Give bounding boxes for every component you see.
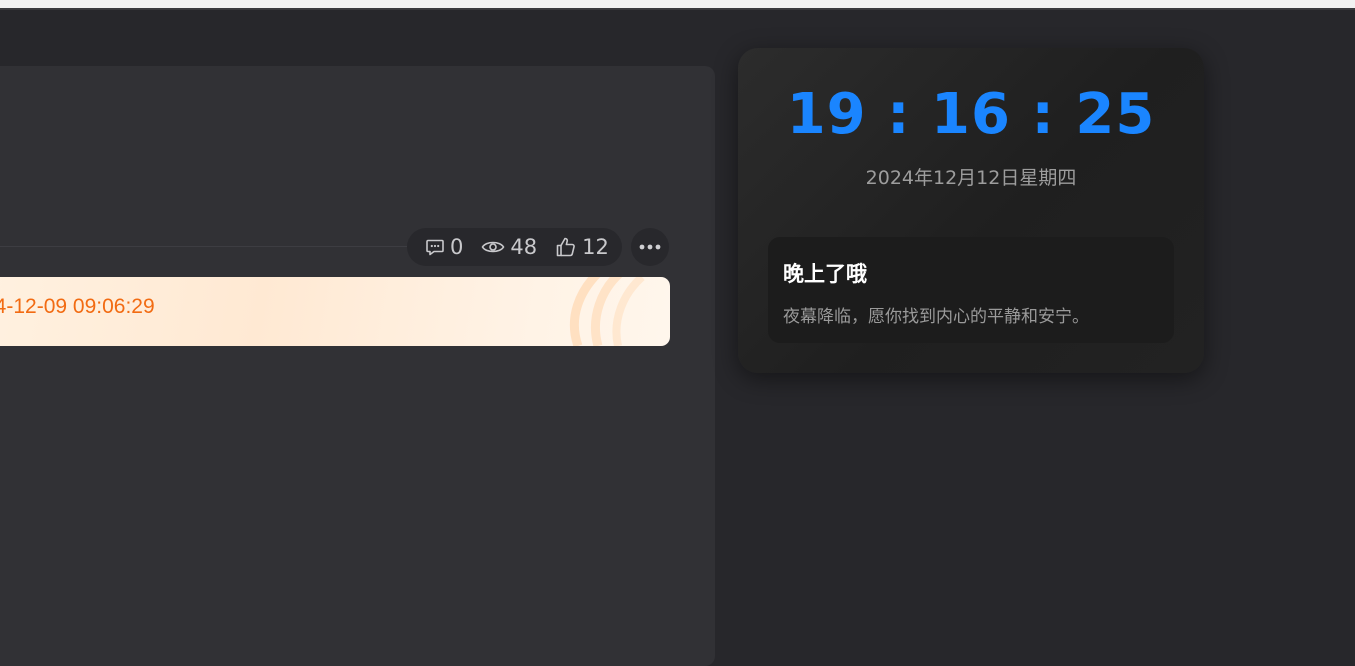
more-dots-icon bbox=[639, 244, 661, 250]
article-stats-pill: 0 48 12 bbox=[407, 228, 622, 266]
more-options-button[interactable] bbox=[631, 228, 669, 266]
greeting-card: 晚上了哦 夜幕降临，愿你找到内心的平静和安宁。 bbox=[768, 237, 1174, 343]
like-count: 12 bbox=[582, 235, 609, 259]
top-strip-shadow bbox=[0, 8, 1355, 10]
clock-date: 2024年12月12日星期四 bbox=[865, 167, 1077, 189]
like-count-stat[interactable]: 12 bbox=[555, 235, 609, 259]
eye-icon bbox=[481, 241, 505, 253]
comment-count: 0 bbox=[450, 235, 464, 259]
clock-widget: 19 : 16 : 25 2024年12月12日星期四 晚上了哦 夜幕降临，愿你… bbox=[738, 48, 1204, 373]
comment-count-stat[interactable]: 0 bbox=[425, 235, 463, 259]
article-divider bbox=[0, 246, 410, 247]
view-count: 48 bbox=[510, 235, 538, 259]
browser-top-strip bbox=[0, 0, 1355, 8]
publish-date: 24-12-09 09:06:29 bbox=[0, 295, 155, 318]
thumbs-up-icon bbox=[556, 237, 575, 257]
article-card bbox=[0, 66, 715, 666]
banner-decoration bbox=[570, 277, 645, 346]
clock-time: 19 : 16 : 25 bbox=[786, 82, 1156, 147]
greeting-title: 晚上了哦 bbox=[783, 262, 867, 286]
comment-icon bbox=[426, 239, 444, 256]
publish-date-banner: 24-12-09 09:06:29 bbox=[0, 277, 670, 346]
view-count-stat[interactable]: 48 bbox=[481, 235, 537, 259]
greeting-message: 夜幕降临，愿你找到内心的平静和安宁。 bbox=[783, 307, 1089, 327]
